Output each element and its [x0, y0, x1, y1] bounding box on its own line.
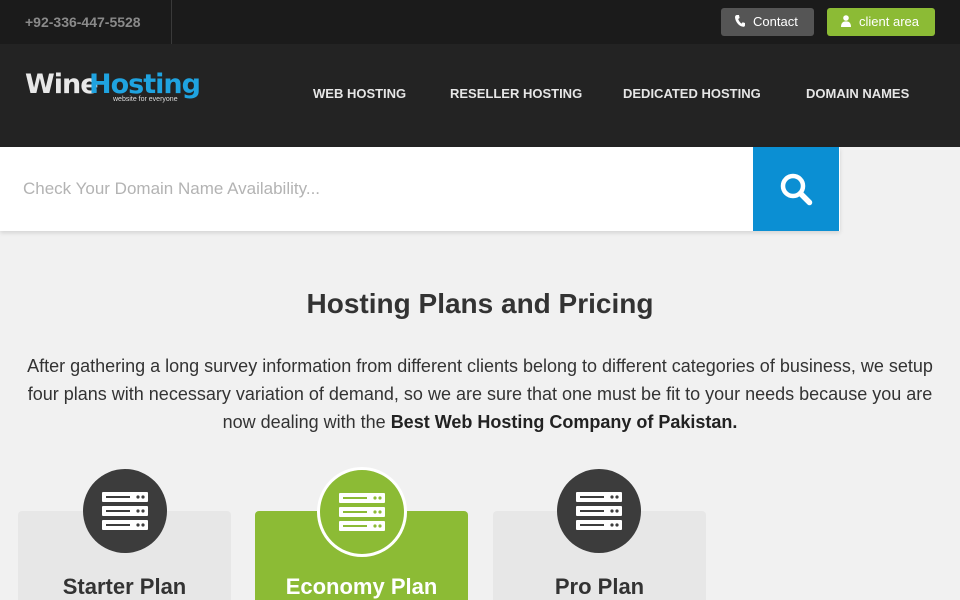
- server-icon: [102, 492, 148, 530]
- phone-icon: [735, 15, 745, 27]
- pricing-section-title: Hosting Plans and Pricing: [306, 288, 654, 319]
- contact-label: Contact: [753, 14, 798, 29]
- site-logo[interactable]: Wine Hosting website for everyone: [25, 69, 201, 109]
- phone-number[interactable]: +92-336-447-5528: [0, 0, 172, 44]
- main-navigation: Wine Hosting website for everyone WEB HO…: [0, 44, 960, 147]
- nav-item-dedicated-hosting[interactable]: DEDICATED HOSTING: [623, 44, 761, 147]
- top-bar: +92-336-447-5528 Contact client area: [0, 0, 960, 44]
- contact-button[interactable]: Contact: [721, 8, 814, 36]
- server-icon: [576, 492, 622, 530]
- plan-pro-server-icon: [557, 469, 641, 553]
- plan-name-economy: Economy Plan: [285, 574, 438, 599]
- server-icon: [339, 493, 385, 531]
- nav-item-reseller-hosting[interactable]: RESELLER HOSTING: [450, 44, 582, 147]
- client-area-button[interactable]: client area: [827, 8, 935, 36]
- nav-item-domain-names[interactable]: DOMAIN NAMES: [806, 44, 909, 147]
- pricing-intro-highlight: Best Web Hosting Company of Pakistan.: [390, 412, 738, 432]
- domain-search-button[interactable]: [753, 147, 839, 231]
- plan-name-pro: Pro Plan: [554, 574, 645, 599]
- logo-text-wine: Wine: [25, 69, 99, 100]
- search-icon: [780, 173, 813, 206]
- domain-search-bar: [0, 147, 840, 231]
- logo-tagline: website for everyone: [113, 96, 178, 103]
- nav-item-web-hosting[interactable]: WEB HOSTING: [313, 44, 406, 147]
- plan-name-starter: Starter Plan: [62, 574, 187, 599]
- user-icon: [841, 15, 851, 27]
- pricing-intro-text: After gathering a long survey informatio…: [20, 352, 940, 436]
- domain-search-input[interactable]: [0, 147, 753, 231]
- plan-starter-server-icon: [83, 469, 167, 553]
- plan-economy-server-icon: [317, 467, 407, 557]
- client-area-label: client area: [859, 14, 919, 29]
